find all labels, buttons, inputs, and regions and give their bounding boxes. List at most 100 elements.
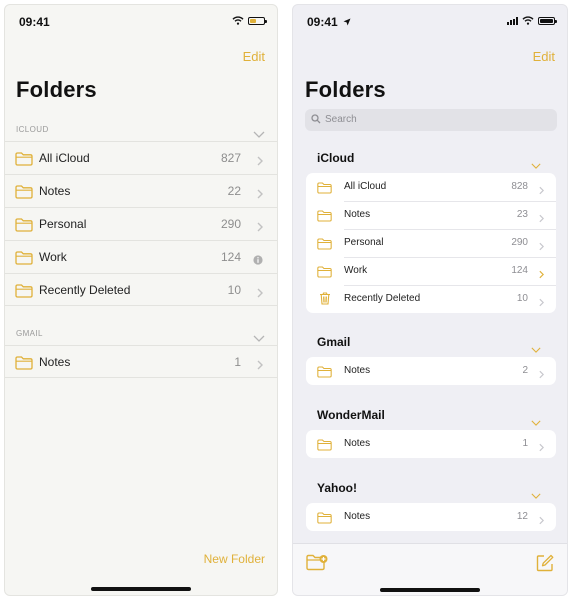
search-placeholder: Search — [325, 114, 357, 125]
edit-button[interactable]: Edit — [533, 49, 555, 64]
chevron-right-icon — [539, 516, 544, 525]
folder-count: 290 — [511, 237, 528, 248]
location-arrow-icon — [343, 18, 351, 26]
folder-row[interactable]: Work 124 — [5, 240, 277, 273]
chevron-right-icon — [257, 222, 263, 232]
folder-icon — [15, 251, 33, 265]
section-title: iCloud — [317, 151, 355, 165]
folder-icon — [317, 366, 332, 378]
folder-card: All iCloud 828 Notes 23 Personal 290 Work 124 Re… — [306, 173, 556, 313]
cellular-signal-icon — [507, 16, 518, 25]
chevron-right-icon — [257, 189, 263, 199]
section-title: WonderMail — [317, 408, 385, 422]
section-header: ICLOUD — [5, 121, 277, 141]
right-screen: 09:41 Edit Folders Search iCloud All iCl… — [292, 4, 568, 596]
battery-icon — [538, 16, 557, 25]
folder-icon — [317, 238, 332, 250]
folder-icon — [317, 210, 332, 222]
compose-icon[interactable] — [536, 554, 554, 572]
chevron-right-icon — [539, 214, 544, 223]
section-title: Yahoo! — [317, 481, 358, 495]
trash-icon — [320, 292, 330, 305]
section-label: GMAIL — [16, 329, 43, 338]
chevron-right-icon — [539, 270, 544, 279]
folder-name: Notes — [39, 355, 71, 369]
battery-charging-icon — [248, 16, 267, 25]
chevron-right-icon — [539, 242, 544, 251]
folder-icon — [15, 356, 33, 370]
folder-row[interactable]: Recently Deleted 10 — [5, 273, 277, 306]
folder-name: Notes — [344, 209, 371, 220]
folder-count: 124 — [511, 265, 528, 276]
folder-name: Work — [344, 265, 368, 276]
chevron-down-icon[interactable] — [253, 131, 265, 138]
folder-name: Recently Deleted — [39, 283, 131, 297]
folder-icon — [15, 284, 33, 298]
info-icon[interactable] — [253, 255, 263, 265]
folder-count: 827 — [220, 151, 241, 165]
folder-row[interactable]: Work 124 — [306, 257, 556, 285]
folder-icon — [317, 266, 332, 278]
left-screen: 09:41 Edit Folders ICLOUD All iCloud 827 No… — [4, 4, 278, 596]
folder-icon — [317, 512, 332, 524]
folder-name: Notes — [344, 438, 371, 449]
folder-row[interactable]: Notes 12 — [306, 503, 556, 531]
folder-count: 1 — [234, 355, 241, 369]
folder-count: 22 — [227, 184, 241, 198]
chevron-right-icon — [257, 288, 263, 298]
folder-name: Notes — [344, 511, 371, 522]
chevron-down-icon[interactable] — [531, 493, 541, 499]
edit-button[interactable]: Edit — [243, 49, 265, 64]
folder-row[interactable]: Notes 1 — [5, 345, 277, 378]
folder-name: Notes — [39, 184, 71, 198]
folder-name: All iCloud — [39, 151, 90, 165]
folder-list: All iCloud 827 Notes 22 Personal 290 Work 124 Re… — [5, 141, 277, 306]
folder-row[interactable]: Notes 2 — [306, 357, 556, 385]
chevron-right-icon — [539, 298, 544, 307]
status-time: 09:41 — [19, 15, 50, 29]
page-title: Folders — [16, 77, 97, 102]
folder-row[interactable]: Notes 22 — [5, 174, 277, 207]
folder-card: Notes 12 — [306, 503, 556, 531]
folder-icon — [317, 439, 332, 451]
home-indicator[interactable] — [380, 588, 480, 592]
status-bar: 09:41 — [293, 5, 567, 39]
folder-name: Personal — [39, 217, 87, 231]
folder-row[interactable]: Notes 23 — [306, 201, 556, 229]
new-folder-button[interactable]: New Folder — [204, 552, 265, 566]
folder-count: 1 — [522, 438, 528, 449]
chevron-down-icon[interactable] — [531, 347, 541, 353]
wifi-icon — [522, 16, 534, 25]
folder-row[interactable]: Personal 290 — [5, 207, 277, 240]
home-indicator[interactable] — [91, 587, 191, 591]
folder-count: 828 — [511, 181, 528, 192]
folder-row[interactable]: All iCloud 828 — [306, 173, 556, 201]
folder-icon — [15, 152, 33, 166]
folder-count: 124 — [220, 250, 241, 264]
search-icon — [311, 114, 321, 124]
search-field[interactable]: Search — [305, 109, 557, 131]
folder-count: 12 — [516, 511, 528, 522]
section-header: GMAIL — [5, 325, 277, 345]
folder-list: Notes 1 — [5, 345, 277, 378]
folder-icon — [15, 218, 33, 232]
chevron-down-icon[interactable] — [253, 335, 265, 342]
folder-icon — [15, 185, 33, 199]
folder-name: Personal — [344, 237, 384, 248]
chevron-right-icon — [257, 360, 263, 370]
folder-name: Notes — [344, 365, 371, 376]
chevron-down-icon[interactable] — [531, 163, 541, 169]
chevron-down-icon[interactable] — [531, 420, 541, 426]
chevron-right-icon — [539, 370, 544, 379]
folder-plus-icon[interactable] — [306, 554, 328, 571]
folder-row[interactable]: Notes 1 — [306, 430, 556, 458]
folder-name: Work — [39, 250, 67, 264]
folder-count: 23 — [516, 209, 528, 220]
folder-count: 2 — [522, 365, 528, 376]
folder-name: Recently Deleted — [344, 293, 421, 304]
folder-row[interactable]: Recently Deleted 10 — [306, 285, 556, 313]
status-bar: 09:41 — [5, 5, 277, 39]
folder-row[interactable]: All iCloud 827 — [5, 141, 277, 174]
chevron-right-icon — [257, 156, 263, 166]
folder-row[interactable]: Personal 290 — [306, 229, 556, 257]
